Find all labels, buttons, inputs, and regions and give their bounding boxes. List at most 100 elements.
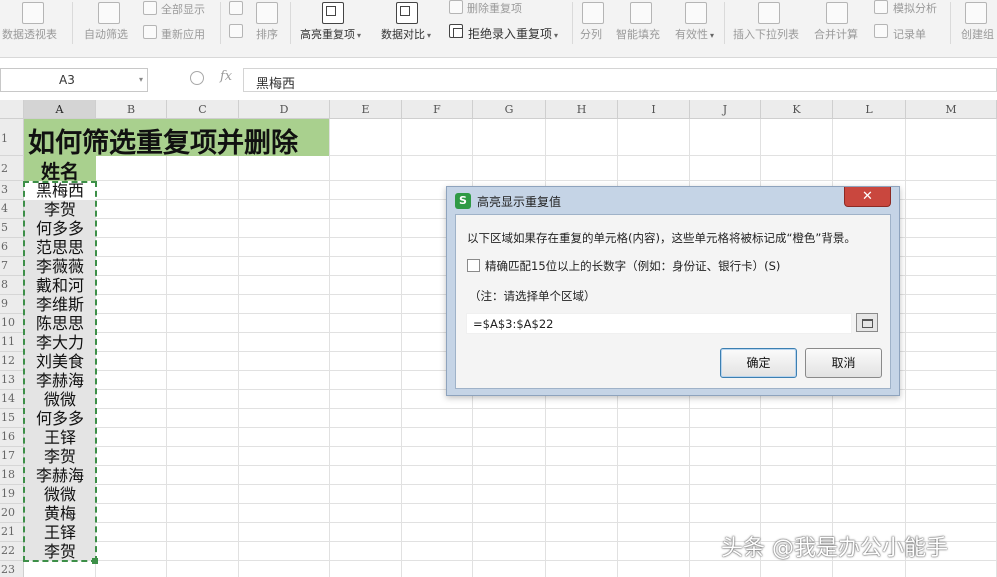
name-cell[interactable]: 李赫海 bbox=[24, 371, 96, 390]
show-all-icon bbox=[143, 1, 157, 15]
header-cell[interactable]: 姓名 bbox=[24, 156, 96, 183]
name-cell[interactable]: 王铎 bbox=[24, 428, 96, 447]
data-compare-icon bbox=[396, 2, 418, 24]
cancel-button[interactable]: 取消 bbox=[805, 348, 882, 378]
ribbon-smart-fill[interactable]: 智能填充 bbox=[616, 26, 660, 42]
name-cell[interactable]: 陈思思 bbox=[24, 314, 96, 333]
row-header-4[interactable]: 4 bbox=[0, 200, 24, 219]
row-header-23[interactable]: 23 bbox=[0, 561, 24, 577]
range-input[interactable]: =$A$3:$A$22 bbox=[466, 313, 852, 334]
row-header-22[interactable]: 22 bbox=[0, 542, 24, 561]
row-header-18[interactable]: 18 bbox=[0, 466, 24, 485]
chevron-down-icon: ▾ bbox=[710, 31, 715, 40]
ribbon-show-all[interactable]: 全部显示 bbox=[161, 1, 205, 17]
column-header-k[interactable]: K bbox=[761, 100, 833, 119]
ribbon-pivot-table[interactable]: 数据透视表 bbox=[2, 26, 57, 42]
ribbon-divider bbox=[950, 2, 951, 44]
formula-input[interactable]: 黑梅西 bbox=[243, 68, 997, 92]
name-cell[interactable]: 王铎 bbox=[24, 523, 96, 542]
name-cell[interactable]: 李贺 bbox=[24, 542, 96, 561]
row-header-17[interactable]: 17 bbox=[0, 447, 24, 466]
name-cell[interactable]: 李维斯 bbox=[24, 295, 96, 314]
exact-match-checkbox[interactable] bbox=[467, 259, 480, 272]
row-header-13[interactable]: 13 bbox=[0, 371, 24, 390]
row-header-16[interactable]: 16 bbox=[0, 428, 24, 447]
ribbon-remove-duplicates[interactable]: 删除重复项 bbox=[467, 0, 522, 16]
name-cell[interactable]: 微微 bbox=[24, 485, 96, 504]
range-picker-icon[interactable] bbox=[856, 313, 878, 332]
fill-handle[interactable] bbox=[92, 558, 98, 564]
row-header-9[interactable]: 9 bbox=[0, 295, 24, 314]
name-cell[interactable]: 李薇薇 bbox=[24, 257, 96, 276]
column-header-c[interactable]: C bbox=[167, 100, 239, 119]
ribbon-create-group[interactable]: 创建组 bbox=[961, 26, 994, 42]
zoom-icon[interactable] bbox=[190, 71, 204, 85]
name-cell[interactable]: 黄梅 bbox=[24, 504, 96, 523]
name-cell[interactable]: 何多多 bbox=[24, 409, 96, 428]
row-header-6[interactable]: 6 bbox=[0, 238, 24, 257]
column-header-h[interactable]: H bbox=[546, 100, 618, 119]
row-header-10[interactable]: 10 bbox=[0, 314, 24, 333]
chevron-down-icon[interactable]: ▾ bbox=[139, 75, 143, 84]
name-cell[interactable]: 李贺 bbox=[24, 200, 96, 219]
name-cell[interactable]: 戴和河 bbox=[24, 276, 96, 295]
column-header-f[interactable]: F bbox=[402, 100, 473, 119]
exact-match-label[interactable]: 精确匹配15位以上的长数字（例如：身份证、银行卡）(S) bbox=[485, 258, 780, 274]
name-cell[interactable]: 李赫海 bbox=[24, 466, 96, 485]
ribbon-consolidate[interactable]: 合并计算 bbox=[814, 26, 858, 42]
name-cell[interactable]: 何多多 bbox=[24, 219, 96, 238]
row-header-14[interactable]: 14 bbox=[0, 390, 24, 409]
row-header-5[interactable]: 5 bbox=[0, 219, 24, 238]
ribbon-what-if[interactable]: 模拟分析 bbox=[893, 0, 937, 16]
row-header-21[interactable]: 21 bbox=[0, 523, 24, 542]
close-button[interactable]: ✕ bbox=[844, 187, 891, 207]
row-header-20[interactable]: 20 bbox=[0, 504, 24, 523]
sort-icon bbox=[256, 2, 278, 24]
row-header-3[interactable]: 3 bbox=[0, 181, 24, 200]
name-cell[interactable]: 李大力 bbox=[24, 333, 96, 352]
ribbon-validity[interactable]: 有效性 ▾ bbox=[675, 26, 714, 42]
ribbon-sort[interactable]: 排序 bbox=[256, 26, 278, 42]
title-cell[interactable]: 如何筛选重复项并删除 bbox=[24, 119, 329, 159]
row-header-19[interactable]: 19 bbox=[0, 485, 24, 504]
ribbon-auto-filter[interactable]: 自动筛选 bbox=[84, 26, 128, 42]
ribbon-reject-duplicates[interactable]: 拒绝录入重复项 ▾ bbox=[468, 25, 558, 42]
row-header-15[interactable]: 15 bbox=[0, 409, 24, 428]
name-box[interactable]: A3 ▾ bbox=[0, 68, 148, 92]
name-cell[interactable]: 微微 bbox=[24, 390, 96, 409]
ribbon-split-column[interactable]: 分列 bbox=[580, 26, 602, 42]
row-header-7[interactable]: 7 bbox=[0, 257, 24, 276]
ribbon-data-compare[interactable]: 数据对比 ▾ bbox=[381, 26, 431, 42]
column-header-m[interactable]: M bbox=[906, 100, 997, 119]
dialog-title-bar[interactable]: S 高亮显示重复值 ✕ bbox=[447, 187, 899, 214]
name-cell[interactable]: 黑梅西 bbox=[24, 181, 96, 200]
row-header-11[interactable]: 11 bbox=[0, 333, 24, 352]
row-header-1[interactable]: 1 bbox=[0, 119, 24, 156]
row-header-8[interactable]: 8 bbox=[0, 276, 24, 295]
name-cell[interactable]: 刘美食 bbox=[24, 352, 96, 371]
ribbon-divider bbox=[72, 2, 73, 44]
column-header-b[interactable]: B bbox=[96, 100, 167, 119]
column-header-e[interactable]: E bbox=[330, 100, 402, 119]
column-header-i[interactable]: I bbox=[618, 100, 690, 119]
select-all-corner[interactable] bbox=[0, 100, 24, 119]
name-column-header: 姓名 bbox=[40, 161, 79, 183]
ribbon-reapply[interactable]: 重新应用 bbox=[161, 26, 205, 42]
column-header-l[interactable]: L bbox=[833, 100, 906, 119]
row-header-12[interactable]: 12 bbox=[0, 352, 24, 371]
row-header-2[interactable]: 2 bbox=[0, 156, 24, 181]
ribbon-insert-dropdown[interactable]: 插入下拉列表 bbox=[733, 26, 799, 42]
column-header-a[interactable]: A bbox=[24, 100, 96, 119]
ribbon-highlight-duplicates[interactable]: 高亮重复项 ▾ bbox=[300, 26, 361, 42]
ok-button[interactable]: 确定 bbox=[720, 348, 797, 378]
grid-hline bbox=[24, 427, 997, 428]
name-cell[interactable]: 范思思 bbox=[24, 238, 96, 257]
column-header-d[interactable]: D bbox=[239, 100, 330, 119]
ribbon-record-form[interactable]: 记录单 bbox=[893, 26, 926, 42]
auto-filter-icon bbox=[98, 2, 120, 24]
column-header-j[interactable]: J bbox=[690, 100, 761, 119]
name-cell[interactable]: 李贺 bbox=[24, 447, 96, 466]
fx-icon[interactable]: fx bbox=[220, 69, 232, 84]
grid-vline bbox=[401, 119, 402, 577]
column-header-g[interactable]: G bbox=[473, 100, 546, 119]
